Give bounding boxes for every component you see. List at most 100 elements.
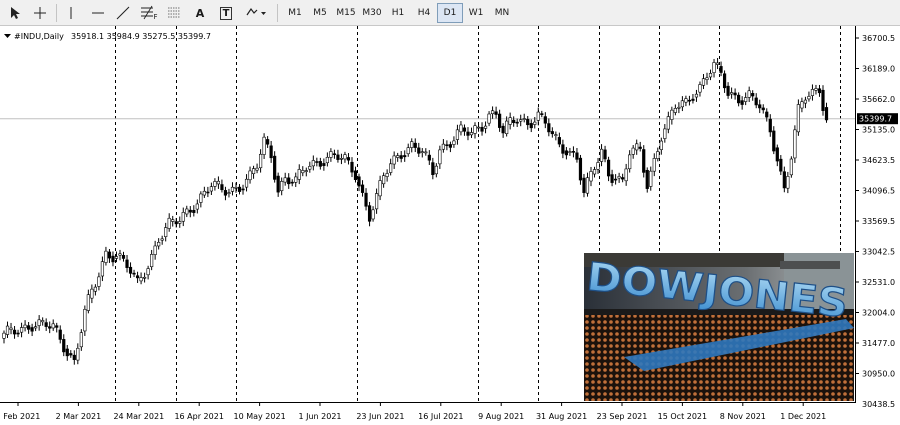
candle-body <box>737 94 741 104</box>
candle-body <box>44 322 48 327</box>
candle-body <box>814 88 818 91</box>
candle-body <box>701 78 706 86</box>
candle-body <box>677 106 681 109</box>
candle-body <box>374 193 379 210</box>
candle-body <box>248 170 252 181</box>
candle <box>645 167 649 193</box>
candle-body <box>311 160 315 167</box>
candle-body <box>227 192 231 194</box>
candle-body <box>445 144 449 147</box>
candle-body <box>262 136 266 155</box>
candle-body <box>708 73 713 78</box>
candle-body <box>631 147 635 155</box>
candle-body <box>244 178 249 188</box>
timeframe-mn-button[interactable]: MN <box>489 3 515 23</box>
candle-body <box>118 253 122 256</box>
candle-body <box>294 176 298 183</box>
candle-body <box>744 97 748 102</box>
candle-body <box>220 184 224 191</box>
timeframe-m5-button[interactable]: M5 <box>307 3 333 23</box>
candle-body <box>599 148 604 162</box>
horizontal-line-tool-icon[interactable] <box>87 3 109 23</box>
candle-body <box>199 193 203 203</box>
vertical-line-tool-icon[interactable] <box>61 3 81 23</box>
candle-body <box>684 98 688 103</box>
time-tick-label: 16 Jul 2021 <box>418 412 463 421</box>
candle-body <box>656 151 660 159</box>
timeframe-h1-button[interactable]: H1 <box>385 3 411 23</box>
candle-body <box>406 147 410 155</box>
candle-body <box>726 85 730 96</box>
candle-body <box>287 177 291 185</box>
toolbar-separator <box>277 4 278 22</box>
fibonacci-fan-tool-icon[interactable] <box>163 3 185 23</box>
trendline-tool-icon[interactable] <box>112 3 134 23</box>
candle-body <box>100 261 105 277</box>
candle-body <box>34 326 38 329</box>
candle-body <box>185 208 189 215</box>
candle-body <box>628 154 632 170</box>
candle-body <box>23 324 27 329</box>
candle-body <box>290 181 294 184</box>
candle-body <box>346 157 351 161</box>
cursor-tool-icon[interactable] <box>4 3 26 23</box>
candle-body <box>691 98 695 101</box>
candle-body <box>782 171 786 189</box>
candle-body <box>592 169 597 175</box>
candle-body <box>318 161 322 167</box>
candle-body <box>452 140 456 145</box>
text-tool-icon[interactable]: A <box>189 3 211 23</box>
toolbar-separator <box>56 4 57 22</box>
candle-body <box>543 116 547 124</box>
crosshair-tool-icon[interactable] <box>29 3 51 23</box>
timeframe-m15-button[interactable]: M15 <box>333 3 359 23</box>
candle-body <box>519 119 523 122</box>
price-tick-label: 32531.0 <box>862 278 895 287</box>
fibonacci-tool-icon[interactable]: F <box>138 3 160 23</box>
candle-body <box>512 119 516 123</box>
candle-body <box>582 177 586 193</box>
candle-body <box>705 77 709 80</box>
timeframe-h4-button[interactable]: H4 <box>411 3 437 23</box>
candle-body <box>315 161 319 163</box>
candle-body <box>821 89 825 111</box>
candle-body <box>51 323 55 329</box>
candle-body <box>157 242 161 247</box>
candle-body <box>730 92 734 95</box>
candle-body <box>371 209 375 220</box>
candle-body <box>494 111 498 115</box>
timeframe-d1-button[interactable]: D1 <box>437 3 463 23</box>
candle-body <box>251 168 256 175</box>
candle-body <box>800 101 804 109</box>
candle-body <box>258 153 263 169</box>
candle-body <box>12 329 17 335</box>
candle-body <box>575 152 579 160</box>
timeframe-m30-button[interactable]: M30 <box>359 3 385 23</box>
price-tick-label: 33042.5 <box>862 248 895 257</box>
candle-body <box>389 163 393 173</box>
candle-body <box>824 107 829 121</box>
candle-body <box>649 170 653 187</box>
fibonacci-tool-label: F <box>153 13 158 21</box>
time-tick-label: 23 Jun 2021 <box>356 412 404 421</box>
candle-body <box>793 129 797 159</box>
candle-body <box>715 62 720 65</box>
candle <box>578 154 583 185</box>
text-label-tool-icon[interactable]: T <box>215 3 237 23</box>
candle-body <box>237 186 242 192</box>
timeframe-m1-button[interactable]: M1 <box>282 3 308 23</box>
toolbar: F A T M1 M5 M15 M30 H1 H4 D1 W1 MN <box>0 0 900 26</box>
candle-body <box>564 150 568 156</box>
candle-body <box>76 347 80 361</box>
price-tick-label: 36700.5 <box>862 34 895 43</box>
candle-body <box>62 339 66 353</box>
candle-body <box>392 155 396 165</box>
candle-body <box>301 170 305 174</box>
candle-body <box>164 227 168 237</box>
candle-body <box>178 221 182 224</box>
timeframe-w1-button[interactable]: W1 <box>463 3 489 23</box>
arrows-tool-icon[interactable] <box>242 3 270 23</box>
candle-body <box>353 170 358 180</box>
candle-body <box>614 178 618 181</box>
candle-body <box>722 73 727 89</box>
